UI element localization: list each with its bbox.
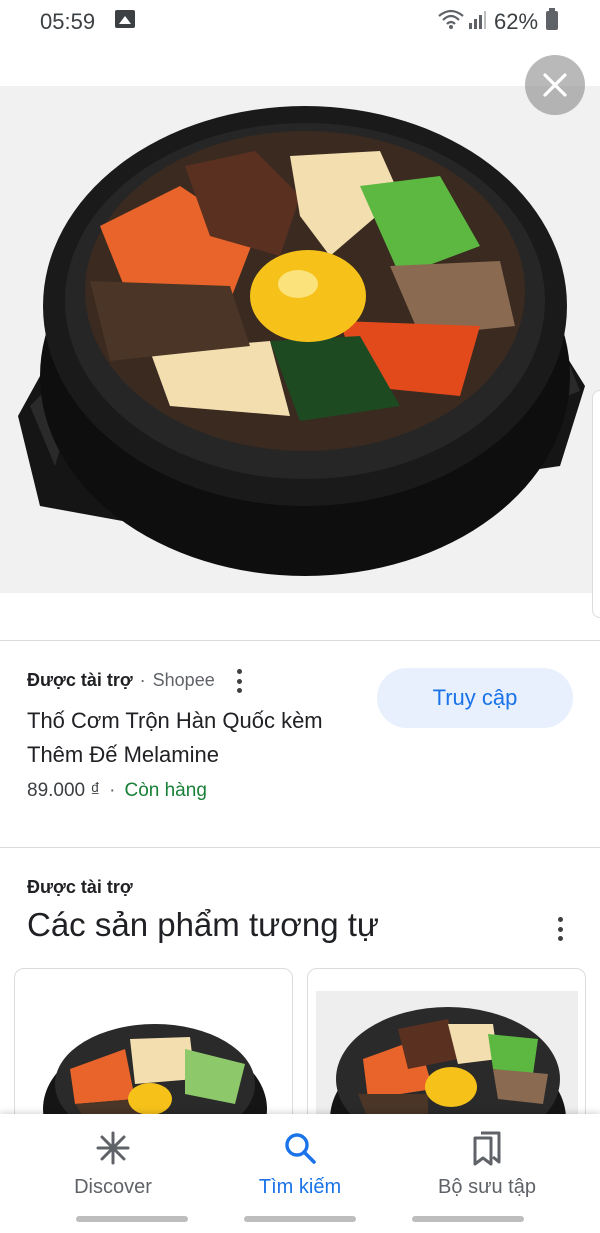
stock-status: Còn hàng: [124, 780, 207, 801]
more-vert-icon: [236, 669, 242, 674]
nav-label-discover: Discover: [74, 1176, 152, 1198]
asterisk-icon: [96, 1131, 130, 1165]
nav-label-search: Tìm kiếm: [258, 1176, 342, 1198]
status-time: 05:59: [40, 9, 96, 34]
close-button[interactable]: [525, 55, 585, 115]
bookmarks-icon: [473, 1131, 501, 1166]
similar-sponsored-label: Được tài trợ: [27, 877, 133, 897]
price-line: 89.000 ₫ · Còn hàng: [27, 780, 207, 802]
more-vert-dot: [557, 936, 563, 941]
nav-indicator: [76, 1216, 188, 1222]
bottom-navigation: Discover Tìm kiếm Bộ sưu tập: [0, 1114, 600, 1233]
divider: [0, 640, 600, 641]
bibimbap-bowl-illustration: [18, 106, 585, 576]
visit-button[interactable]: Truy cập: [377, 668, 573, 728]
status-bar: 05:59 62%: [0, 0, 600, 44]
more-vert-dot: [236, 678, 242, 684]
more-vert-dot: [557, 926, 563, 932]
more-vert-icon: [557, 917, 563, 922]
product-image[interactable]: [0, 86, 600, 593]
more-vert-dot: [236, 688, 242, 693]
close-icon: [543, 73, 567, 97]
nav-indicator: [244, 1216, 356, 1222]
separator-dot: ·: [139, 670, 146, 690]
product-card: Được tài trợ · Shopee Thố Cơm Trộn Hàn Q…: [0, 642, 600, 847]
nav-indicator: [412, 1216, 524, 1222]
nav-item-collections[interactable]: Bộ sưu tập: [387, 1114, 587, 1214]
nav-label-collections: Bộ sưu tập: [438, 1176, 536, 1198]
sponsored-label: Được tài trợ: [27, 670, 133, 690]
battery-level: 62%: [494, 9, 539, 34]
search-icon: [285, 1133, 316, 1164]
wifi-icon: [438, 9, 464, 29]
gallery-icon: [115, 10, 135, 28]
divider: [0, 847, 600, 848]
nav-item-search[interactable]: Tìm kiếm: [200, 1114, 400, 1214]
more-options-button[interactable]: [236, 669, 242, 693]
merchant-name: Shopee: [152, 670, 215, 690]
similar-products-heading: Các sản phẩm tương tự: [27, 906, 379, 943]
side-panel-handle[interactable]: [592, 390, 600, 618]
signal-icon: [469, 11, 486, 29]
sponsor-line: Được tài trợ · Shopee: [27, 670, 215, 691]
product-title[interactable]: Thố Cơm Trộn Hàn Quốc kèm Thêm Đế Melami…: [27, 704, 367, 772]
similar-more-options-button[interactable]: [557, 917, 563, 941]
separator-dot: ·: [109, 780, 116, 801]
product-price: 89.000 ₫: [27, 780, 101, 801]
nav-item-discover[interactable]: Discover: [13, 1114, 213, 1214]
battery-icon: [546, 8, 558, 30]
